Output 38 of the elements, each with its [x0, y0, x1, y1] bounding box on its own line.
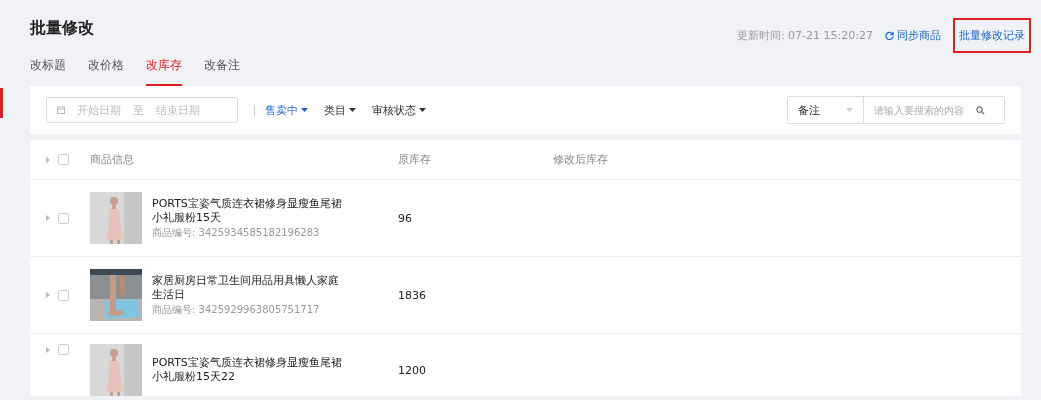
tab[interactable]: 改备注: [204, 53, 240, 86]
checkbox[interactable]: [58, 289, 69, 301]
checkbox[interactable]: [58, 212, 69, 224]
column-header: 商品信息: [90, 152, 135, 167]
calendar-icon: [57, 106, 65, 114]
highlight-marker: [0, 88, 3, 118]
filter-dropdown[interactable]: 类目: [324, 102, 346, 118]
end-date-placeholder: 结束日期: [156, 102, 200, 118]
range-separator: 至: [133, 102, 144, 118]
table-cell-text: 1200: [398, 363, 427, 377]
tab[interactable]: 改价格: [88, 53, 124, 86]
product-title: PORTS宝姿气质连衣裙修身显瘦鱼尾裙小礼服粉15天: [152, 196, 342, 225]
product-title: 家居厨房日常卫生间用品用具懒人家庭生活日: [152, 273, 340, 302]
filter-dropdown[interactable]: 售卖中: [265, 102, 298, 118]
column-header: 原库存: [398, 152, 432, 167]
caret-icon: [301, 107, 308, 112]
start-date-placeholder: 开始日期: [77, 102, 121, 118]
table-cell-text: 1836: [398, 288, 427, 302]
checkbox[interactable]: [58, 154, 69, 165]
update-time: 更新时间: 07-21 15:20:27: [736, 28, 873, 43]
caret-icon: [419, 107, 426, 112]
record-link[interactable]: 批量修改记录: [953, 18, 1031, 53]
sync-link[interactable]: 同步商品: [885, 28, 941, 43]
table-cell-text: 96: [398, 211, 413, 225]
expand-arrow-icon[interactable]: [46, 215, 50, 221]
product-id: 商品编号: 3425934585182196283: [152, 225, 321, 240]
checkbox[interactable]: [58, 344, 69, 355]
page-title: 批量修改: [30, 18, 94, 39]
column-header: 修改后库存: [553, 152, 609, 167]
tab[interactable]: 改标题: [30, 53, 66, 86]
expand-arrow-icon[interactable]: [46, 156, 50, 163]
refresh-icon: [885, 31, 894, 40]
caret-icon: [349, 107, 356, 112]
filter-dropdown[interactable]: 审核状态: [372, 102, 416, 118]
expand-arrow-icon[interactable]: [46, 292, 50, 298]
expand-arrow-icon[interactable]: [46, 346, 50, 353]
product-title: PORTS宝姿气质连衣裙修身显瘦鱼尾裙小礼服粉15天22: [152, 356, 342, 384]
product-id: 商品编号: 3425929963805751717: [152, 302, 321, 317]
